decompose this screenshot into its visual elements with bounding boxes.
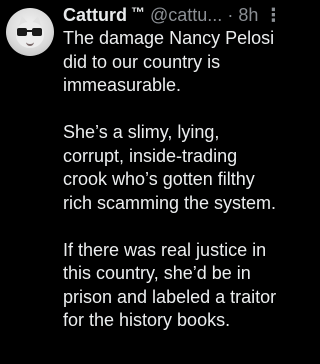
avatar[interactable] <box>6 8 54 56</box>
author-name[interactable]: Catturd <box>63 3 127 27</box>
tweet-body: The damage Nancy Pelosi did to our count… <box>63 27 295 333</box>
author-handle[interactable]: @cattu... <box>150 3 222 27</box>
trademark-symbol: ™ <box>131 4 145 20</box>
more-options-icon[interactable]: ⋮ <box>264 3 282 27</box>
separator-dot: · <box>227 5 234 25</box>
tweet[interactable]: Catturd ™ @cattu... · 8h ⋮ The damage Na… <box>0 0 295 364</box>
tweet-paragraph-3: If there was real justice in this countr… <box>63 239 277 331</box>
tweet-paragraph-1: The damage Nancy Pelosi did to our count… <box>63 28 275 95</box>
sunglasses-icon <box>17 28 44 37</box>
timestamp[interactable]: 8h <box>238 3 258 27</box>
tweet-paragraph-2: She’s a slimy, lying, corrupt, inside-tr… <box>63 122 277 213</box>
tweet-header: Catturd ™ @cattu... · 8h ⋮ <box>63 3 291 27</box>
